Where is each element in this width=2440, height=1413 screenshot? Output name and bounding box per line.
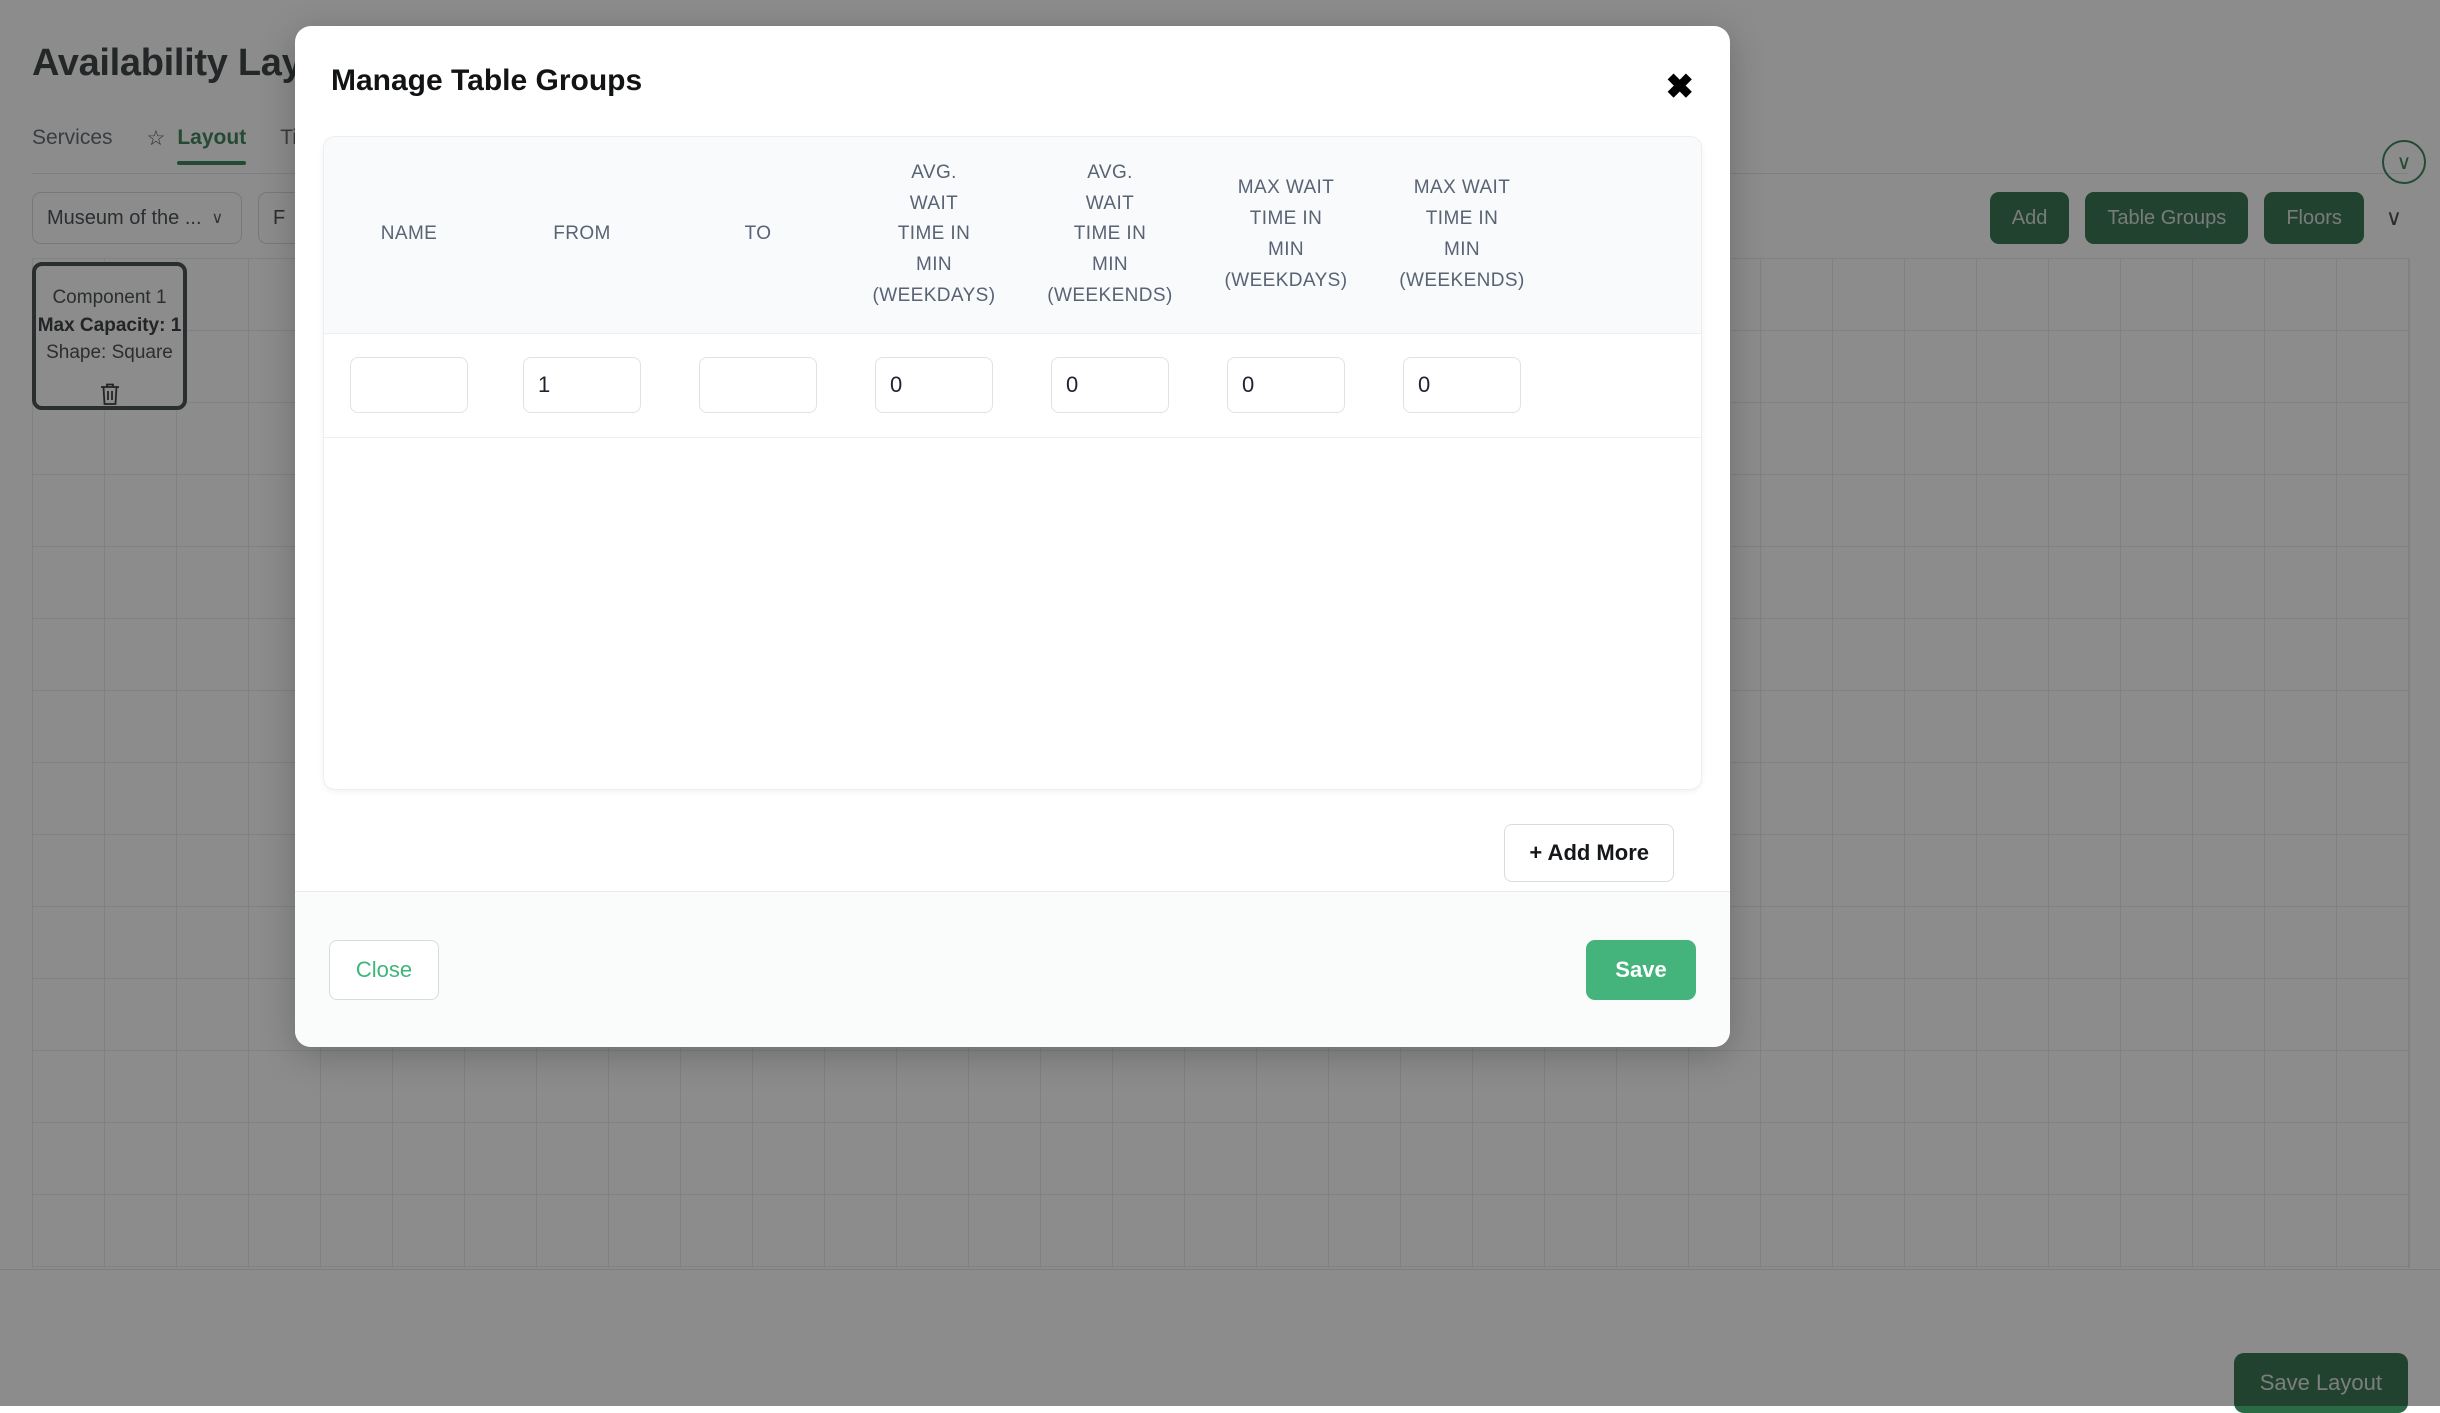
column-header-from: FROM	[494, 137, 670, 333]
header-line: TIME IN	[1204, 204, 1368, 235]
table-groups-panel: NAME FROM TO AVG. WAIT TIME IN MIN	[323, 136, 1702, 790]
column-header-max-wait-weekdays: MAX WAIT TIME IN MIN (WEEKDAYS)	[1198, 137, 1374, 333]
header-line: MAX WAIT	[1204, 173, 1368, 204]
header-line: AVG.	[1028, 158, 1192, 189]
avg-wait-weekdays-input[interactable]	[875, 357, 993, 413]
header-line: MIN	[1380, 235, 1544, 266]
column-header-to: TO	[670, 137, 846, 333]
add-more-row: + Add More	[323, 790, 1702, 882]
manage-table-groups-modal: Manage Table Groups ✖ NAME FROM	[295, 26, 1730, 1047]
close-button[interactable]: Close	[329, 940, 439, 1000]
modal-body: NAME FROM TO AVG. WAIT TIME IN MIN	[295, 136, 1730, 891]
header-line: TIME IN	[1028, 219, 1192, 250]
header-line: MIN	[1204, 235, 1368, 266]
table-groups-table: NAME FROM TO AVG. WAIT TIME IN MIN	[324, 137, 1701, 438]
header-line: MAX WAIT	[1380, 173, 1544, 204]
modal-title: Manage Table Groups	[331, 64, 642, 98]
table-header-row: NAME FROM TO AVG. WAIT TIME IN MIN	[324, 137, 1701, 333]
modal-header: Manage Table Groups ✖	[295, 26, 1730, 136]
column-header-avg-wait-weekends: AVG. WAIT TIME IN MIN (WEEKENDS)	[1022, 137, 1198, 333]
name-input[interactable]	[350, 357, 468, 413]
header-line: MIN	[852, 250, 1016, 281]
max-wait-weekends-input[interactable]	[1403, 357, 1521, 413]
header-line: TIME IN	[1380, 204, 1544, 235]
header-line: TIME IN	[852, 219, 1016, 250]
add-more-button[interactable]: + Add More	[1504, 824, 1674, 882]
header-line: AVG.	[852, 158, 1016, 189]
header-line: TO	[676, 219, 840, 250]
modal-footer: Close Save	[295, 891, 1730, 1047]
header-line: WAIT	[1028, 189, 1192, 220]
cell-from	[494, 333, 670, 437]
column-header-avg-wait-weekdays: AVG. WAIT TIME IN MIN (WEEKDAYS)	[846, 137, 1022, 333]
cell-avg-wait-weekdays	[846, 333, 1022, 437]
close-icon[interactable]: ✖	[1666, 70, 1695, 104]
header-line: (WEEKENDS)	[1380, 266, 1544, 297]
header-line: WAIT	[852, 189, 1016, 220]
avg-wait-weekends-input[interactable]	[1051, 357, 1169, 413]
header-line: (WEEKENDS)	[1028, 281, 1192, 312]
column-header-name: NAME	[324, 137, 494, 333]
header-line: (WEEKDAYS)	[1204, 266, 1368, 297]
column-header-max-wait-weekends: MAX WAIT TIME IN MIN (WEEKENDS)	[1374, 137, 1550, 333]
header-line: (WEEKDAYS)	[852, 281, 1016, 312]
header-line: NAME	[330, 219, 488, 250]
to-input[interactable]	[699, 357, 817, 413]
max-wait-weekdays-input[interactable]	[1227, 357, 1345, 413]
cell-avg-wait-weekends	[1022, 333, 1198, 437]
header-line: FROM	[500, 219, 664, 250]
column-header-spacer	[1550, 137, 1701, 333]
cell-max-wait-weekends	[1374, 333, 1550, 437]
save-button[interactable]: Save	[1586, 940, 1696, 1000]
cell-max-wait-weekdays	[1198, 333, 1374, 437]
header-line: MIN	[1028, 250, 1192, 281]
from-input[interactable]	[523, 357, 641, 413]
cell-name	[324, 333, 494, 437]
table-row	[324, 333, 1701, 437]
cell-to	[670, 333, 846, 437]
cell-spacer	[1550, 333, 1701, 437]
